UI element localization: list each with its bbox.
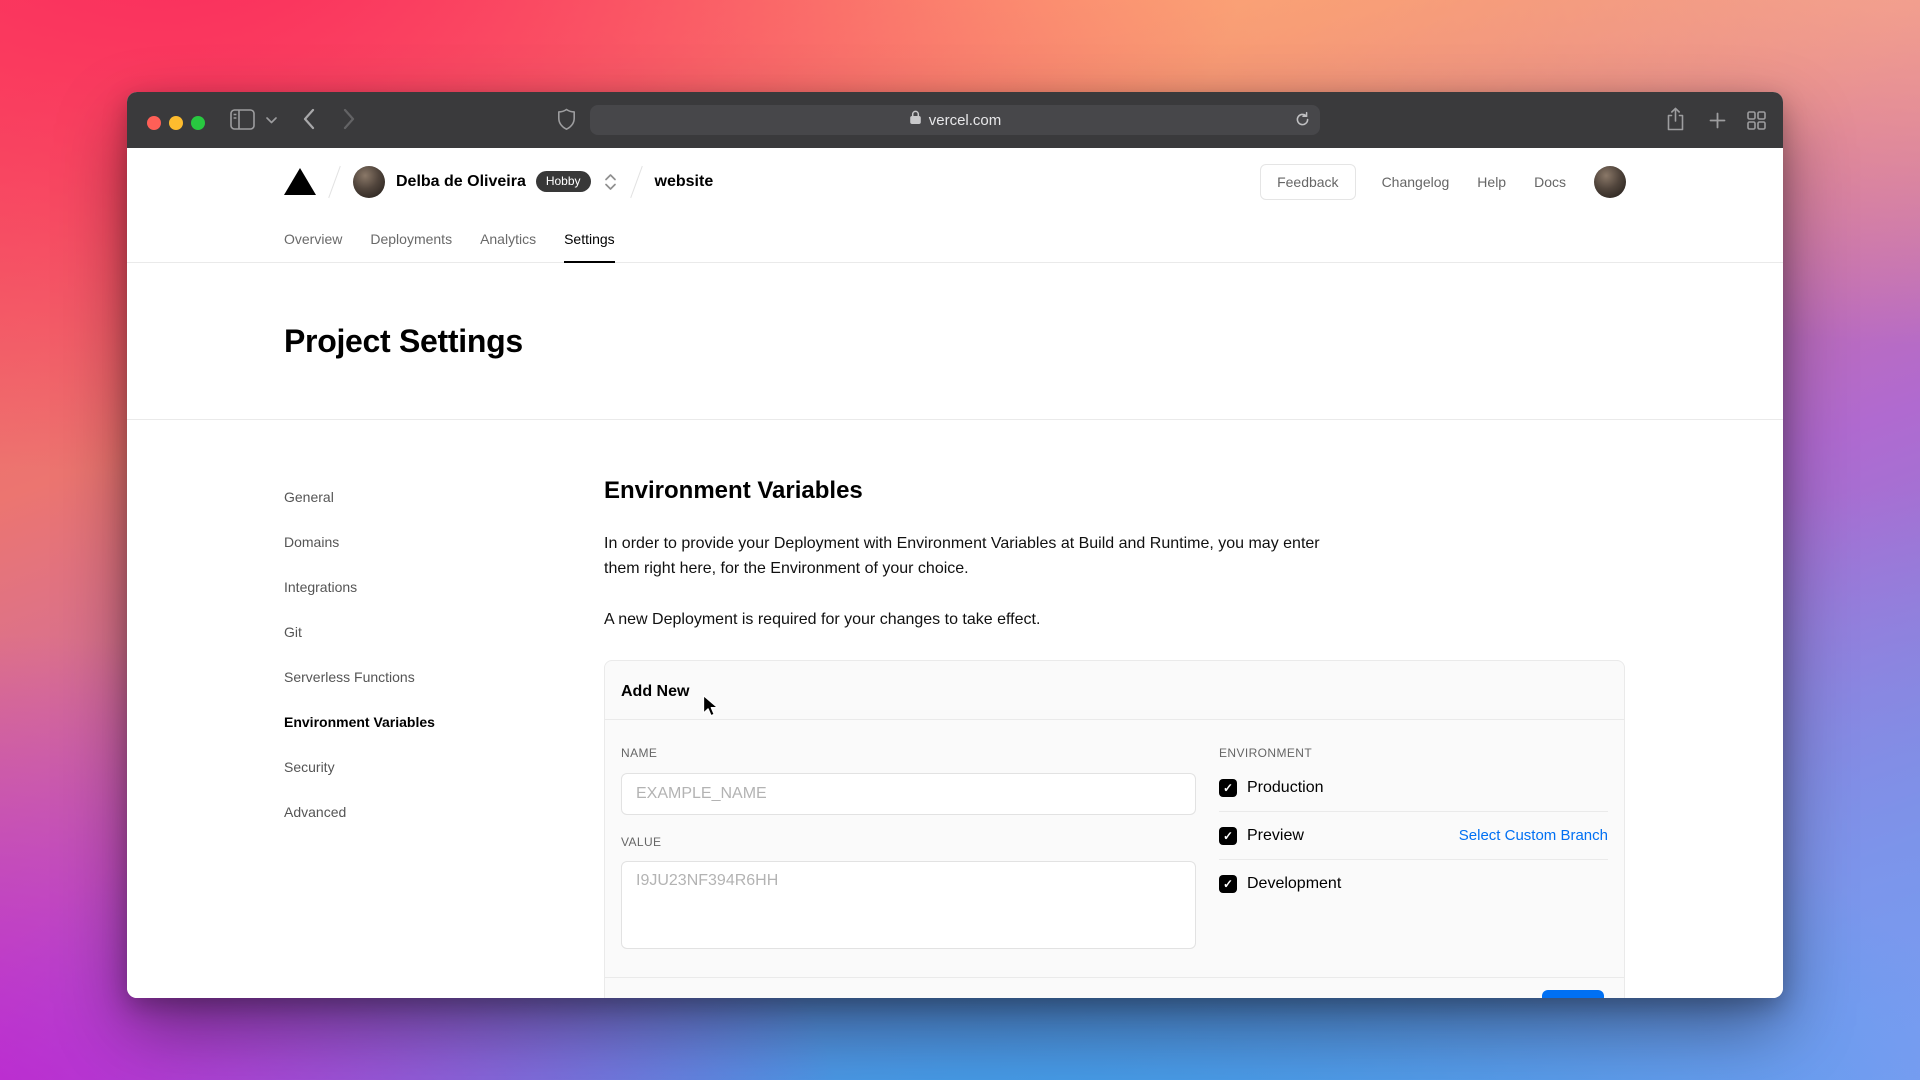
sidebar-item-security[interactable]: Security <box>284 744 564 789</box>
browser-toolbar: vercel.com <box>127 92 1783 148</box>
share-icon[interactable] <box>1666 107 1685 132</box>
add-new-card: Add New NAME VALUE ENVIRONMENT <box>604 660 1625 998</box>
feedback-button[interactable]: Feedback <box>1260 164 1355 200</box>
privacy-shield-icon[interactable] <box>557 108 576 131</box>
production-label: Production <box>1247 779 1324 797</box>
section-heading: Environment Variables <box>604 477 1625 505</box>
value-label: VALUE <box>621 835 1196 849</box>
page-title-band: Project Settings <box>127 263 1783 420</box>
user-avatar[interactable] <box>1594 166 1626 198</box>
tab-analytics[interactable]: Analytics <box>480 215 536 262</box>
section-description: In order to provide your Deployment with… <box>604 531 1354 581</box>
name-label: NAME <box>621 746 1196 760</box>
desktop-background: vercel.com <box>0 0 1920 1080</box>
card-footer <box>605 977 1624 998</box>
development-checkbox[interactable]: ✓ <box>1219 875 1237 893</box>
section-note: A new Deployment is required for your ch… <box>604 607 1625 632</box>
environment-row-production: ✓ Production <box>1219 764 1608 812</box>
value-textarea[interactable] <box>621 861 1196 949</box>
sidebar-item-integrations[interactable]: Integrations <box>284 564 564 609</box>
sidebar-item-git[interactable]: Git <box>284 609 564 654</box>
tab-overview-icon[interactable] <box>1747 111 1766 130</box>
scope-selector-icon[interactable] <box>603 172 618 192</box>
help-link[interactable]: Help <box>1477 174 1506 190</box>
forward-icon <box>343 108 355 130</box>
tab-deployments[interactable]: Deployments <box>370 215 452 262</box>
close-window-button[interactable] <box>147 116 161 130</box>
environment-row-preview: ✓ Preview Select Custom Branch <box>1219 812 1608 860</box>
breadcrumb-slash <box>630 165 643 197</box>
preview-label: Preview <box>1247 827 1304 845</box>
project-tabs: Overview Deployments Analytics Settings <box>127 215 1783 263</box>
sidebar-toggle-icon[interactable] <box>230 109 255 130</box>
reload-icon[interactable] <box>1294 111 1311 133</box>
team-avatar[interactable] <box>353 166 385 198</box>
new-tab-icon[interactable] <box>1709 112 1726 129</box>
settings-main: Environment Variables In order to provid… <box>604 420 1783 998</box>
name-input[interactable] <box>621 773 1196 815</box>
card-header: Add New <box>605 661 1624 720</box>
address-bar[interactable]: vercel.com <box>590 105 1320 135</box>
tab-settings[interactable]: Settings <box>564 215 615 262</box>
plan-badge: Hobby <box>536 171 591 192</box>
docs-link[interactable]: Docs <box>1534 174 1566 190</box>
dashboard-header: Delba de Oliveira Hobby website Feedback… <box>127 148 1783 215</box>
sidebar-item-advanced[interactable]: Advanced <box>284 789 564 834</box>
address-text: vercel.com <box>929 112 1002 129</box>
settings-sidebar: General Domains Integrations Git Serverl… <box>127 420 604 998</box>
minimize-window-button[interactable] <box>169 116 183 130</box>
sidebar-chevron-down-icon[interactable] <box>266 117 277 124</box>
environment-label: ENVIRONMENT <box>1219 746 1608 760</box>
vercel-logo-icon[interactable] <box>284 168 316 195</box>
lock-icon <box>909 110 922 130</box>
sidebar-item-environment-variables[interactable]: Environment Variables <box>284 699 564 744</box>
changelog-link[interactable]: Changelog <box>1382 174 1450 190</box>
back-icon[interactable] <box>303 108 315 130</box>
vercel-site: Delba de Oliveira Hobby website Feedback… <box>127 148 1783 998</box>
sidebar-item-general[interactable]: General <box>284 474 564 519</box>
sidebar-item-serverless-functions[interactable]: Serverless Functions <box>284 654 564 699</box>
breadcrumb-slash <box>328 165 341 197</box>
select-custom-branch-link[interactable]: Select Custom Branch <box>1459 827 1608 844</box>
production-checkbox[interactable]: ✓ <box>1219 779 1237 797</box>
mouse-cursor <box>702 694 720 719</box>
card-title: Add New <box>621 683 689 700</box>
environment-row-development: ✓ Development <box>1219 860 1608 908</box>
team-name[interactable]: Delba de Oliveira <box>396 173 526 191</box>
tab-overview[interactable]: Overview <box>284 215 342 262</box>
page-title: Project Settings <box>284 323 523 360</box>
save-button[interactable] <box>1542 990 1604 998</box>
development-label: Development <box>1247 875 1341 893</box>
zoom-window-button[interactable] <box>191 116 205 130</box>
project-name[interactable]: website <box>655 173 714 191</box>
sidebar-item-domains[interactable]: Domains <box>284 519 564 564</box>
browser-window: vercel.com <box>127 92 1783 998</box>
preview-checkbox[interactable]: ✓ <box>1219 827 1237 845</box>
